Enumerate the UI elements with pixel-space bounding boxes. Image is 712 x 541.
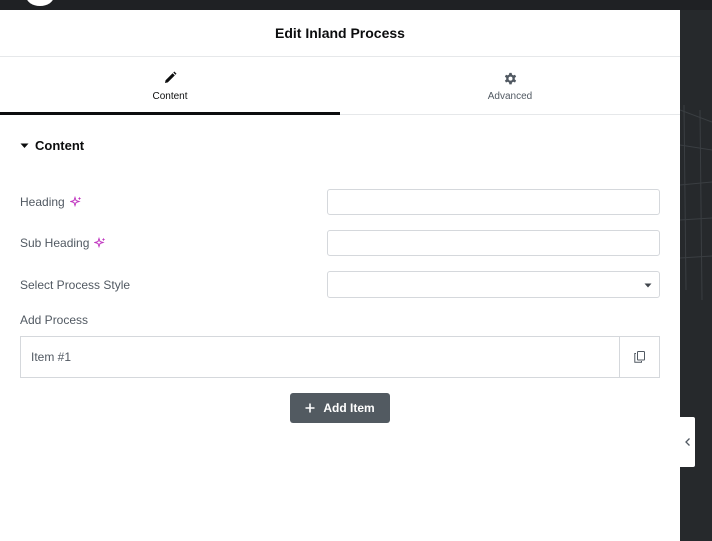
section-title: Content [35,138,85,153]
gear-icon [503,70,518,86]
chevron-left-icon [684,438,690,446]
sub-heading-input[interactable] [327,230,660,256]
sparkle-icon[interactable] [69,196,82,208]
tab-content-label: Content [152,91,188,102]
caret-down-icon [20,143,29,148]
repeater-item-title[interactable]: Item #1 [21,337,620,377]
editor-top-bar [0,0,712,10]
section-toggle-content[interactable]: Content [20,138,84,153]
duplicate-item-button[interactable] [620,337,659,377]
process-style-label-text: Select Process Style [20,278,131,292]
sub-heading-label-text: Sub Heading [20,236,90,250]
heading-label: Heading [20,195,82,209]
panel-header: Edit Inland Process [0,10,680,57]
collapse-panel-button[interactable] [680,417,695,467]
add-process-label-text: Add Process [20,313,89,327]
tab-content[interactable]: Content [0,57,340,115]
process-style-select[interactable] [327,271,660,298]
copy-icon [634,351,645,363]
add-item-label: Add Item [323,401,375,415]
plus-icon [305,403,315,413]
tab-advanced[interactable]: Advanced [340,57,680,114]
logo-icon [26,0,54,6]
panel-tabs: Content Advanced [0,57,680,115]
chevron-down-icon [644,283,652,288]
add-item-button[interactable]: Add Item [290,393,390,423]
pencil-icon [163,70,177,86]
process-style-label: Select Process Style [20,278,130,292]
repeater-item-label: Item #1 [31,350,72,364]
repeater-item: Item #1 [20,336,660,378]
heading-label-text: Heading [20,195,65,209]
sub-heading-label: Sub Heading [20,236,106,250]
heading-input[interactable] [327,189,660,215]
panel-title: Edit Inland Process [275,25,405,41]
tab-advanced-label: Advanced [487,91,533,102]
add-process-label: Add Process [20,313,88,327]
sparkle-icon[interactable] [94,237,106,249]
